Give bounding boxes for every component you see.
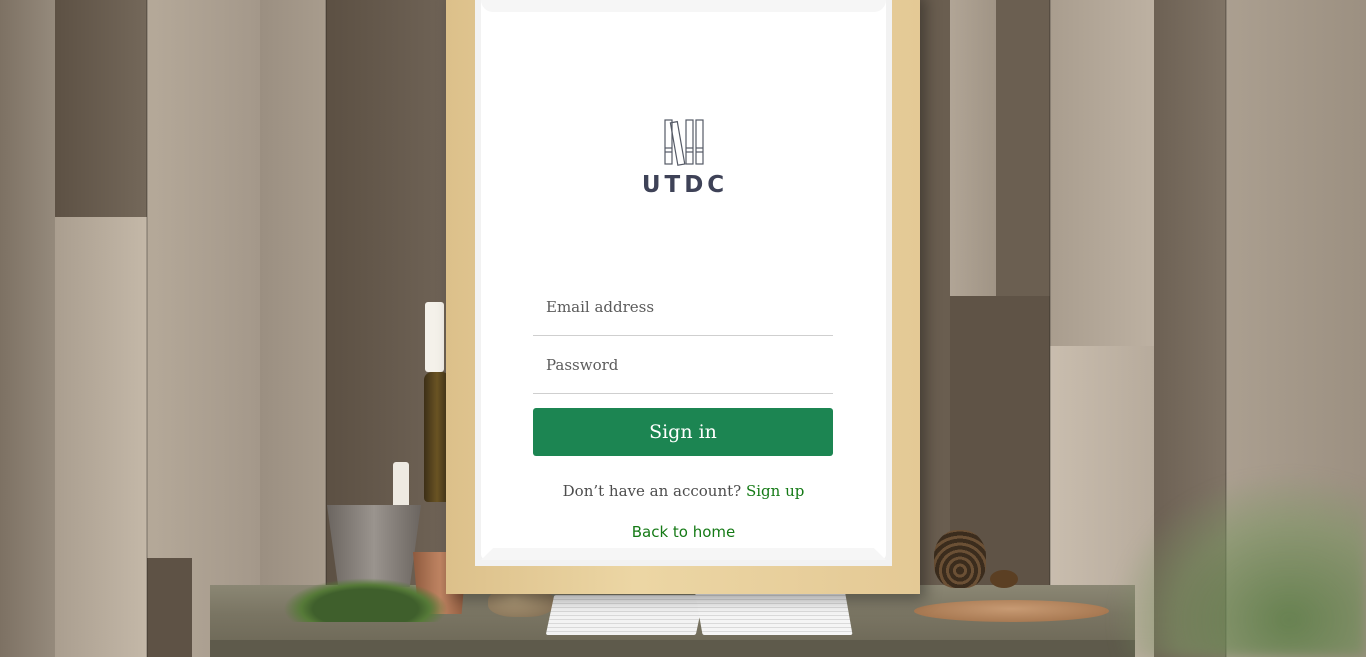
nut bbox=[990, 570, 1018, 588]
candle bbox=[425, 302, 444, 372]
signup-prompt: Don’t have an account? Sign up bbox=[481, 482, 886, 500]
account-prompt-text: Don’t have an account? bbox=[562, 482, 742, 500]
wooden-plate bbox=[914, 600, 1109, 622]
back-to-home-link[interactable]: Back to home bbox=[481, 523, 886, 541]
card-bottom-edge bbox=[481, 548, 886, 560]
small-candle bbox=[393, 462, 409, 510]
email-field bbox=[533, 279, 833, 336]
brand-name: UTDC bbox=[641, 172, 729, 198]
sign-in-button[interactable]: Sign in bbox=[533, 408, 833, 456]
pinecone bbox=[934, 530, 986, 588]
stone-pot bbox=[327, 505, 421, 587]
blurred-plant bbox=[1110, 470, 1366, 657]
brand-logo: UTDC bbox=[621, 118, 749, 198]
login-card: UTDC Sign in Don’t have an account? Sign… bbox=[481, 0, 886, 560]
password-field bbox=[533, 337, 833, 394]
sign-up-link[interactable]: Sign up bbox=[746, 482, 804, 500]
table-edge bbox=[210, 640, 1135, 657]
books-icon bbox=[664, 119, 704, 166]
password-input[interactable] bbox=[533, 337, 833, 393]
card-top-edge bbox=[481, 0, 886, 12]
moss-decoration bbox=[283, 578, 448, 622]
email-input[interactable] bbox=[533, 279, 833, 335]
